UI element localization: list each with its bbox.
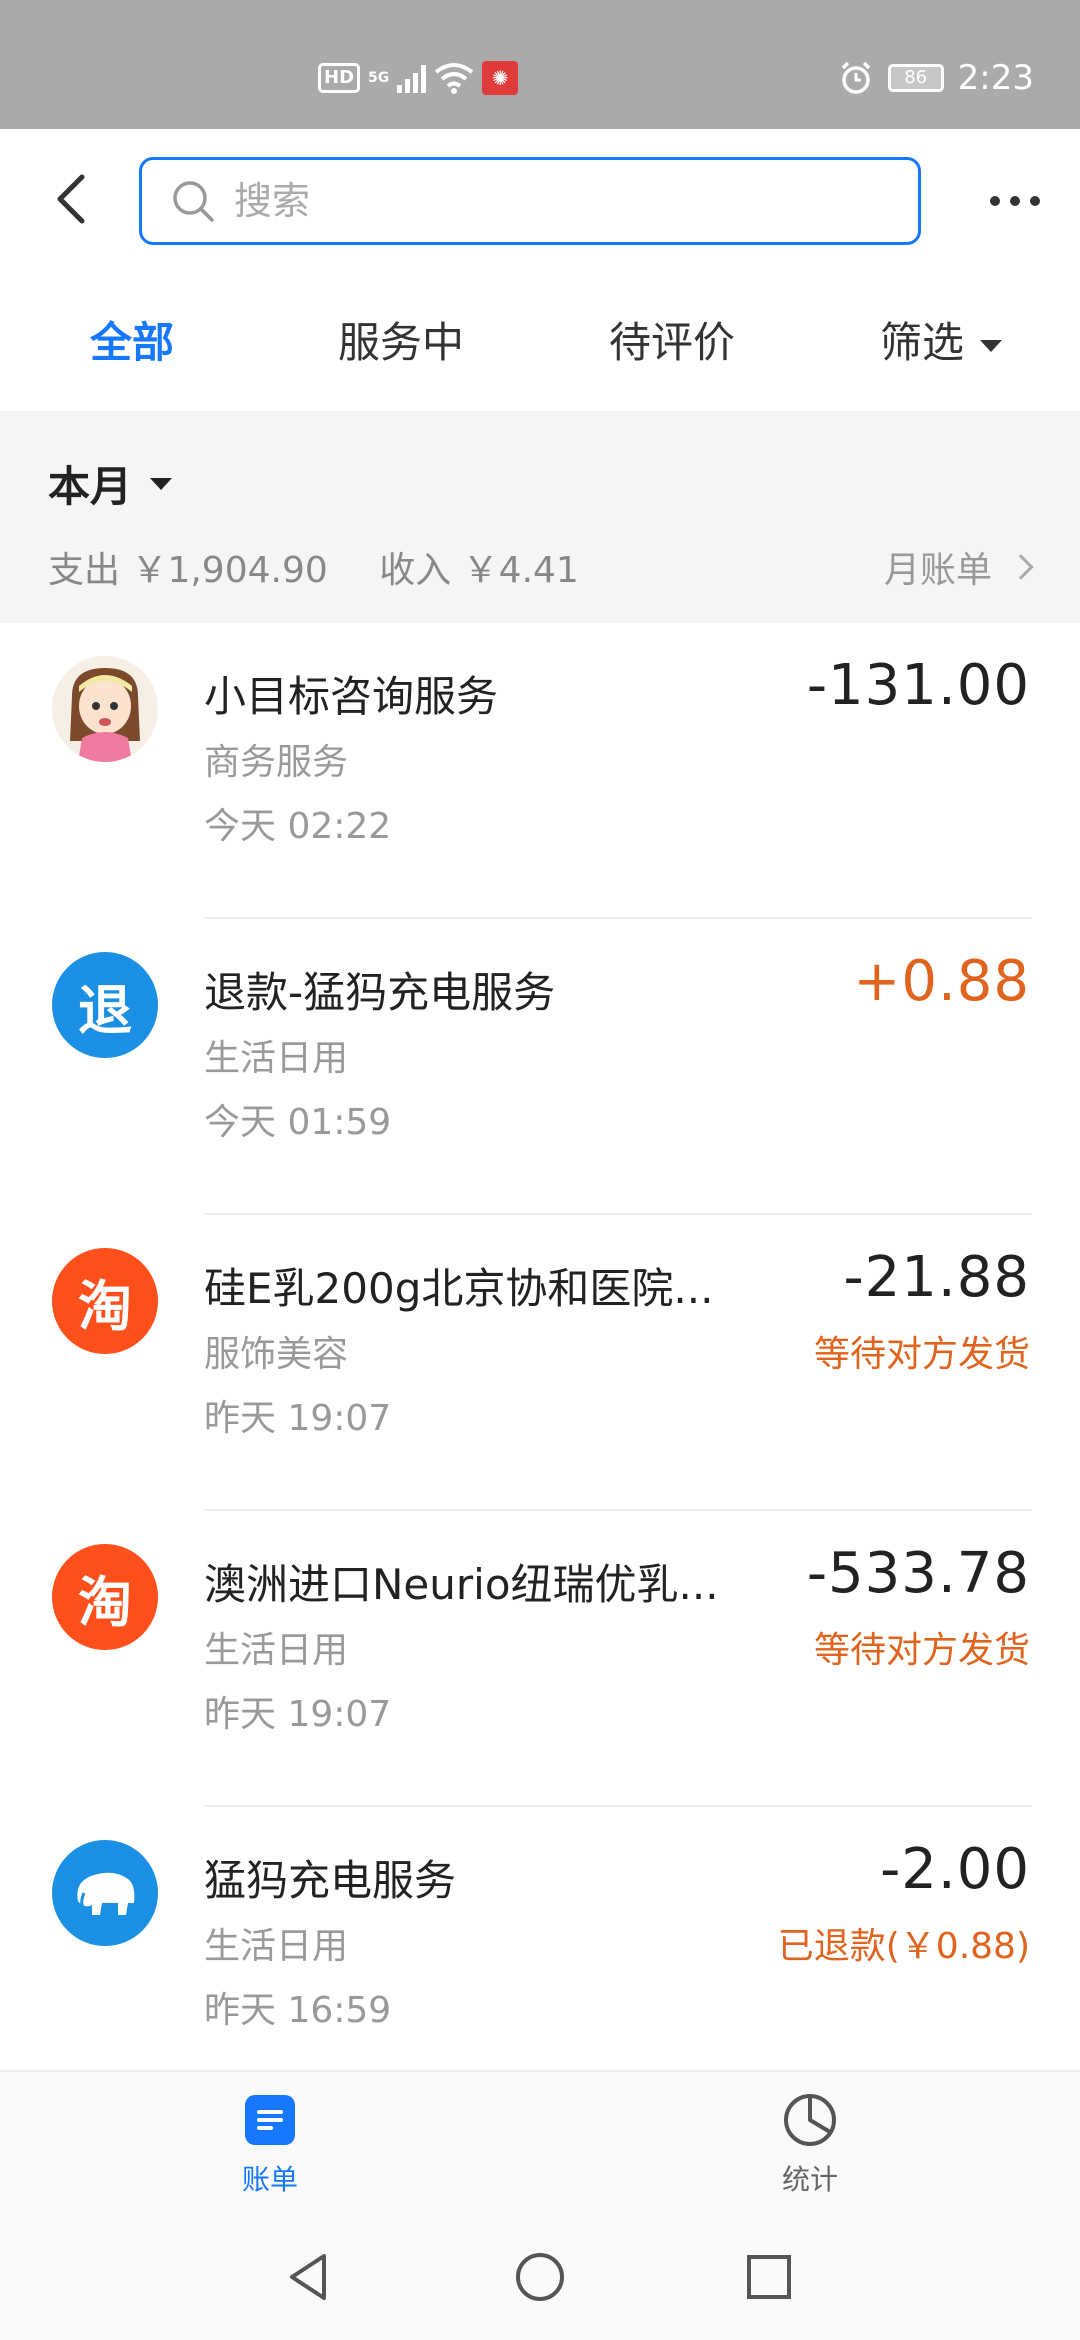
hd-badge: HD: [318, 63, 361, 93]
tab-filter-label: 筛选: [880, 318, 965, 367]
transaction-amount: -131.00: [806, 653, 1030, 718]
search-icon: [173, 181, 214, 222]
transaction-title: 退款-猛犸充电服务: [204, 968, 556, 1017]
taobao-avatar: 淘: [52, 1248, 158, 1354]
caret-down-icon: [980, 339, 1003, 352]
transaction-amount: -2.00: [880, 1837, 1030, 1902]
month-summary: 本月 支出 ￥1,904.90 收入 ￥4.41 月账单: [0, 411, 1080, 623]
clock: 2:23: [957, 58, 1034, 98]
status-bar: HD 5G ✺ 86 2:23: [0, 0, 1080, 129]
bill-icon: [245, 2095, 295, 2145]
month-selector[interactable]: 本月: [48, 453, 173, 514]
transaction-row[interactable]: 猛犸充电服务 生活日用 昨天 16:59 -2.00 已退款(￥0.88): [0, 1807, 1080, 2103]
transaction-time: 昨天 19:07: [204, 1398, 392, 1439]
transaction-row[interactable]: 淘 澳洲进口Neurio纽瑞优乳... 生活日用 昨天 19:07 -533.7…: [0, 1511, 1080, 1807]
income-total: 收入 ￥4.41: [379, 550, 579, 591]
transaction-row[interactable]: 淘 硅E乳200g北京协和医院... 服饰美容 昨天 19:07 -21.88 …: [0, 1215, 1080, 1511]
chevron-right-icon: [1008, 554, 1034, 580]
taobao-avatar-label: 淘: [78, 1274, 132, 1338]
search-box[interactable]: [139, 157, 921, 245]
cartoon-girl-icon: [52, 656, 158, 762]
alarm-icon: [841, 61, 870, 94]
monthly-bill-link[interactable]: 月账单: [883, 541, 1034, 593]
cartoon-girl-avatar: [52, 656, 158, 762]
transaction-category: 生活日用: [204, 1038, 349, 1079]
tab-to-review[interactable]: 待评价: [609, 309, 735, 370]
transaction-category: 生活日用: [204, 1630, 349, 1671]
mammoth-icon: [77, 1872, 135, 1915]
refund-avatar: 退: [52, 952, 158, 1058]
search-input[interactable]: [234, 179, 834, 223]
nav-stats-label: 统计: [781, 2163, 838, 2196]
mammoth-avatar: [52, 1840, 158, 1946]
network-label: 5G: [368, 70, 390, 86]
bottom-nav: 账单 统计: [0, 2070, 1080, 2214]
notification-icon: ✺: [482, 61, 519, 95]
back-icon[interactable]: [44, 169, 104, 229]
nav-stats[interactable]: 统计: [710, 2092, 910, 2198]
system-nav-bar: [0, 2214, 1080, 2340]
transaction-amount: -533.78: [806, 1541, 1030, 1606]
transaction-category: 生活日用: [204, 1926, 349, 1967]
caret-down-icon: [150, 477, 173, 490]
transaction-row[interactable]: 小目标咨询服务 商务服务 今天 02:22 -131.00: [0, 623, 1080, 919]
transaction-amount: +0.88: [853, 949, 1030, 1014]
transaction-list: 小目标咨询服务 商务服务 今天 02:22 -131.00 退 退款-猛犸充电服…: [0, 623, 1080, 2103]
transaction-time: 昨天 19:07: [204, 1694, 392, 1735]
battery-icon: 86: [887, 64, 944, 92]
taobao-avatar: 淘: [52, 1544, 158, 1650]
header: [0, 129, 1080, 269]
transaction-time: 今天 01:59: [204, 1102, 392, 1143]
transaction-status: 等待对方发货: [813, 1630, 1030, 1671]
status-left: HD 5G ✺: [318, 58, 519, 98]
tab-all[interactable]: 全部: [90, 309, 174, 370]
transaction-time: 昨天 16:59: [204, 1990, 392, 2031]
pie-chart-icon: [784, 2094, 836, 2146]
signal-icon: [397, 63, 427, 93]
month-title: 本月: [48, 462, 133, 511]
transaction-title: 硅E乳200g北京协和医院...: [204, 1264, 714, 1313]
transaction-amount: -21.88: [843, 1245, 1030, 1310]
filter-tabs: 全部 服务中 待评价 筛选: [0, 269, 1080, 411]
more-icon[interactable]: [980, 181, 1050, 221]
transaction-category: 商务服务: [204, 742, 349, 783]
transaction-category: 服饰美容: [204, 1334, 349, 1375]
transaction-title: 小目标咨询服务: [204, 672, 499, 721]
tab-in-service[interactable]: 服务中: [338, 309, 464, 370]
nav-bill[interactable]: 账单: [170, 2092, 370, 2198]
monthly-bill-label: 月账单: [883, 550, 992, 591]
transaction-time: 今天 02:22: [204, 806, 392, 847]
back-triangle-icon[interactable]: [276, 2244, 342, 2310]
tab-filter[interactable]: 筛选: [880, 309, 1003, 370]
nav-bill-label: 账单: [241, 2163, 298, 2196]
transaction-title: 猛犸充电服务: [204, 1856, 457, 1905]
recents-square-icon[interactable]: [736, 2244, 802, 2310]
transaction-status: 已退款(￥0.88): [777, 1926, 1030, 1967]
expense-total: 支出 ￥1,904.90: [48, 550, 328, 591]
transaction-row[interactable]: 退 退款-猛犸充电服务 生活日用 今天 01:59 +0.88: [0, 919, 1080, 1215]
home-circle-icon[interactable]: [507, 2244, 573, 2310]
status-right: 86 2:23: [838, 56, 1034, 100]
month-stats: 支出 ￥1,904.90 收入 ￥4.41: [48, 541, 619, 593]
taobao-avatar-label: 淘: [78, 1570, 132, 1634]
transaction-status: 等待对方发货: [813, 1334, 1030, 1375]
transaction-title: 澳洲进口Neurio纽瑞优乳...: [204, 1560, 719, 1609]
wifi-icon: [435, 63, 474, 94]
refund-avatar-label: 退: [78, 978, 132, 1042]
